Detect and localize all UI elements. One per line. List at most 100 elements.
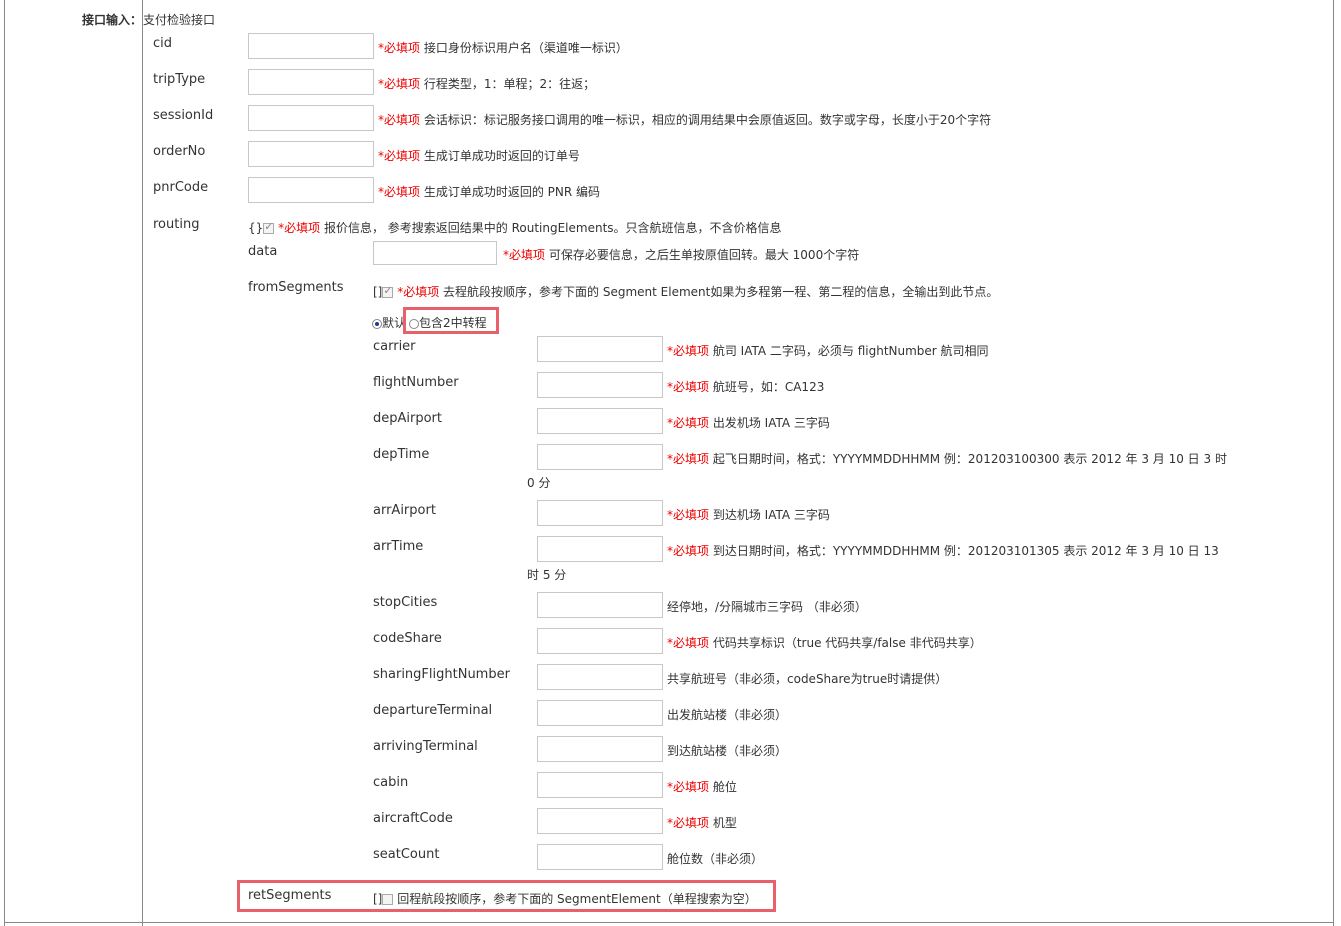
fromSegments-checkbox[interactable]: [382, 284, 394, 298]
sharingFlightNumber-input[interactable]: [537, 664, 663, 690]
flightNumber-input[interactable]: [537, 372, 663, 398]
radio-transfer-label: 包含2中转程: [419, 316, 487, 330]
depAirport-description-line: *必填项 出发机场 IATA 三字码: [667, 414, 830, 431]
required-tag: *必填项: [378, 185, 421, 199]
required-tag: *必填项: [667, 816, 710, 830]
required-tag: *必填项: [378, 113, 421, 127]
codeShare-input[interactable]: [537, 628, 663, 654]
field-label-carrier: carrier: [373, 339, 416, 354]
arrivingTerminal-description: 到达航站楼（非必须）: [667, 744, 788, 758]
radio-transfer[interactable]: [409, 318, 419, 329]
sessionId-description-line: *必填项 会话标识：标记服务接口调用的唯一标识，相应的调用结果中会原值返回。数字…: [378, 111, 991, 128]
arrivingTerminal-input[interactable]: [537, 736, 663, 762]
orderNo-input[interactable]: [248, 141, 374, 167]
field-label-cabin: cabin: [373, 775, 409, 790]
required-tag: *必填项: [667, 452, 710, 466]
radio-default[interactable]: [372, 318, 382, 329]
tripType-input[interactable]: [248, 69, 374, 95]
field-label-arrTime: arrTime: [373, 539, 424, 554]
table-border-right: [1333, 0, 1334, 926]
field-label-cid: cid: [153, 36, 173, 51]
arrAirport-input[interactable]: [537, 500, 663, 526]
data-input[interactable]: [373, 241, 497, 265]
stopCities-description: 经停地，/分隔城市三字码 （非必须）: [667, 600, 867, 614]
required-tag: *必填项: [667, 780, 710, 794]
field-label-depAirport: depAirport: [373, 411, 442, 426]
field-label-orderNo: orderNo: [153, 144, 206, 159]
orderNo-description-line: *必填项 生成订单成功时返回的订单号: [378, 147, 580, 164]
required-tag: *必填项: [278, 221, 321, 235]
field-label-data: data: [248, 244, 278, 259]
depTime-description-line: *必填项 起飞日期时间，格式：YYYYMMDDHHMM 例：2012031003…: [667, 450, 1227, 467]
departureTerminal-description-line: 出发航站楼（非必须）: [667, 706, 787, 723]
stopCities-input[interactable]: [537, 592, 663, 618]
sessionId-input[interactable]: [248, 105, 374, 131]
cabin-input[interactable]: [537, 772, 663, 798]
required-tag: *必填项: [667, 508, 710, 522]
required-tag: *必填项: [667, 544, 710, 558]
departureTerminal-input[interactable]: [537, 700, 663, 726]
section-label: 接口输入：: [82, 13, 143, 27]
field-label-retSegments: retSegments: [248, 888, 332, 903]
fromSegments-description: 去程航段按顺序，参考下面的 Segment Element如果为多程第一程、第二…: [443, 285, 999, 299]
routing-description: 报价信息， 参考搜索返回结果中的 RoutingElements。只含航班信息，…: [323, 221, 782, 235]
field-label-routing: routing: [153, 217, 200, 232]
required-tag: *必填项: [378, 77, 421, 91]
field-label-sharingFlightNumber: sharingFlightNumber: [373, 667, 510, 682]
field-label-codeShare: codeShare: [373, 631, 442, 646]
field-label-sessionId: sessionId: [153, 108, 214, 123]
cabin-description: 舱位: [712, 780, 737, 794]
routing-type-marker: {}: [248, 221, 264, 235]
cid-input[interactable]: [248, 33, 374, 59]
seatCount-input[interactable]: [537, 844, 663, 870]
retSegments-description: 回程航段按顺序，参考下面的 SegmentElement（单程搜索为空）: [397, 892, 757, 906]
pnrCode-description: 生成订单成功时返回的 PNR 编码: [423, 185, 601, 199]
depTime-input[interactable]: [537, 444, 663, 470]
retSegments-type-marker: []: [373, 892, 383, 906]
aircraftCode-description-line: *必填项 机型: [667, 814, 737, 831]
field-label-stopCities: stopCities: [373, 595, 438, 610]
cabin-description-line: *必填项 舱位: [667, 778, 737, 795]
departureTerminal-description: 出发航站楼（非必须）: [667, 708, 788, 722]
depAirport-input[interactable]: [537, 408, 663, 434]
retSegments-checkbox[interactable]: [382, 894, 394, 905]
required-tag: *必填项: [378, 149, 421, 163]
table-border-bottom: [4, 922, 1334, 923]
field-label-fromSegments: fromSegments: [248, 280, 344, 295]
sharingFlightNumber-description: 共享航班号（非必须，codeShare为true时请提供）: [667, 672, 948, 686]
field-label-seatCount: seatCount: [373, 847, 440, 862]
depTime-description: 起飞日期时间，格式：YYYYMMDDHHMM 例：201203100300 表示…: [712, 452, 1227, 466]
field-label-depTime: depTime: [373, 447, 430, 462]
required-tag: *必填项: [667, 416, 710, 430]
arrivingTerminal-description-line: 到达航站楼（非必须）: [667, 742, 787, 759]
data-description: 可保存必要信息，之后生单按原值回转。最大 1000个字符: [548, 248, 860, 262]
routing-checkbox[interactable]: [263, 220, 275, 234]
radio-transfer-wrapper: 包含2中转程: [409, 314, 487, 331]
data-description-line: *必填项 可保存必要信息，之后生单按原值回转。最大 1000个字符: [503, 246, 859, 263]
field-label-tripType: tripType: [153, 72, 206, 87]
field-label-arrAirport: arrAirport: [373, 503, 436, 518]
arrTime-description-continued: 时 5 分: [527, 568, 567, 582]
required-tag: *必填项: [667, 380, 710, 394]
stopCities-description-line: 经停地，/分隔城市三字码 （非必须）: [667, 598, 867, 615]
codeShare-description: 代码共享标识（true 代码共享/false 非代码共享）: [712, 636, 982, 650]
pnrCode-input[interactable]: [248, 177, 374, 203]
aircraftCode-input[interactable]: [537, 808, 663, 834]
sharingFlightNumber-description-line: 共享航班号（非必须，codeShare为true时请提供）: [667, 670, 947, 687]
table-border-left: [4, 0, 5, 926]
required-tag: *必填项: [667, 636, 710, 650]
field-label-flightNumber: flightNumber: [373, 375, 459, 390]
flightNumber-description: 航班号，如：CA123: [712, 380, 825, 394]
arrTime-input[interactable]: [537, 536, 663, 562]
arrTime-description-line: *必填项 到达日期时间，格式：YYYYMMDDHHMM 例：2012031013…: [667, 542, 1219, 559]
carrier-input[interactable]: [537, 336, 663, 362]
table-border-divider: [142, 0, 143, 926]
arrTime-description: 到达日期时间，格式：YYYYMMDDHHMM 例：201203101305 表示…: [712, 544, 1219, 558]
sessionId-description: 会话标识：标记服务接口调用的唯一标识，相应的调用结果中会原值返回。数字或字母，长…: [423, 113, 992, 127]
tripType-description-line: *必填项 行程类型，1：单程；2：往返；: [378, 75, 595, 92]
required-tag: *必填项: [503, 248, 546, 262]
required-tag: *必填项: [378, 41, 421, 55]
carrier-description-line: *必填项 航司 IATA 二字码，必须与 flightNumber 航司相同: [667, 342, 989, 359]
field-label-aircraftCode: aircraftCode: [373, 811, 453, 826]
field-label-pnrCode: pnrCode: [153, 180, 209, 195]
